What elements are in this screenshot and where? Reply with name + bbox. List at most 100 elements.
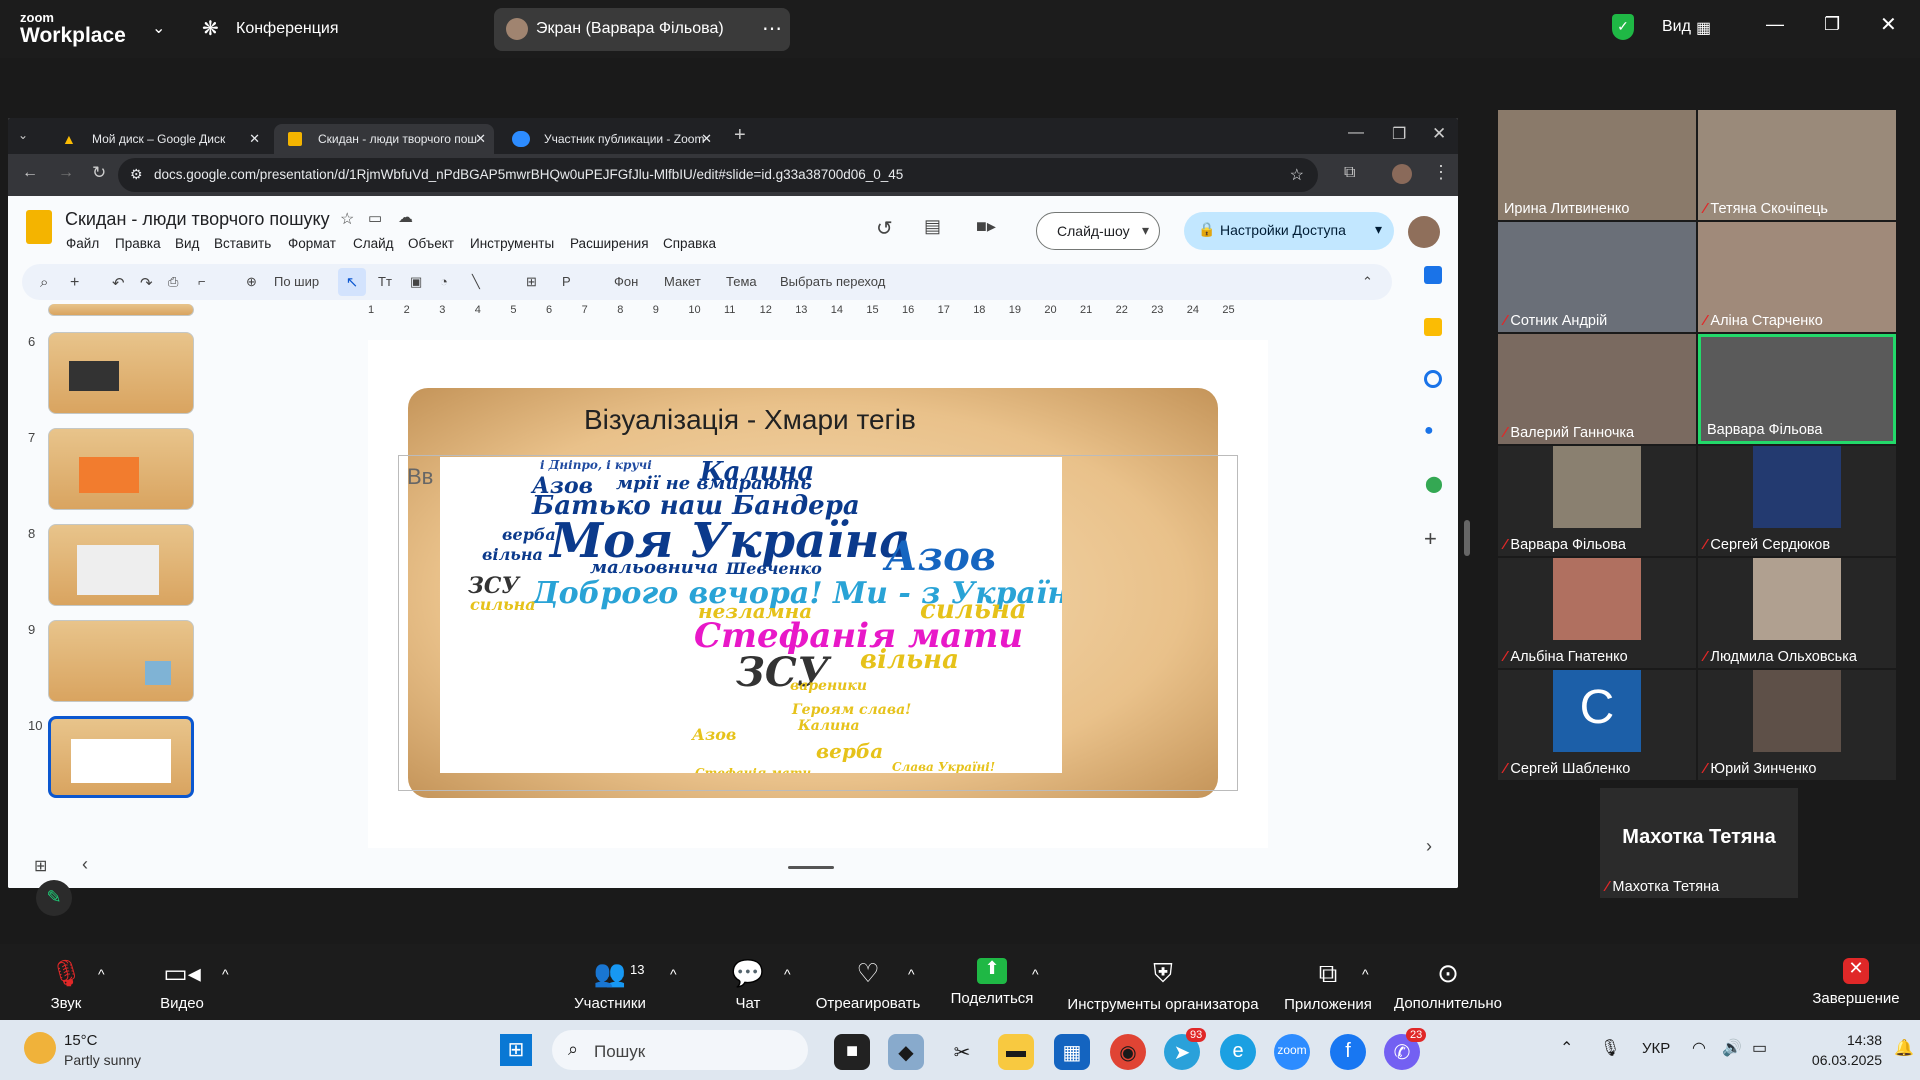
maps-icon[interactable]: ⬤ <box>1425 474 1443 494</box>
tab-slides[interactable]: Скидан - люди творчого пош ✕ <box>274 124 494 154</box>
battery-icon[interactable]: ▭ <box>1752 1038 1767 1058</box>
participant-tile[interactable]: ⁄ Варвара Фільова <box>1498 446 1696 556</box>
facebook-icon[interactable]: f <box>1330 1034 1366 1070</box>
grid-view-icon[interactable]: ⊞ <box>34 856 47 876</box>
explorer-icon[interactable]: ▬ <box>998 1034 1034 1070</box>
menu-object[interactable]: Объект <box>408 236 454 251</box>
chevron-down-icon[interactable]: ▾ <box>1142 222 1149 239</box>
keep-icon[interactable] <box>1424 318 1442 336</box>
weather-desc[interactable]: Partly sunny <box>64 1052 141 1068</box>
url-field[interactable]: ⚙ docs.google.com/presentation/d/1RjmWbf… <box>118 158 1318 192</box>
profile-avatar[interactable] <box>1392 164 1412 184</box>
chevron-up-icon[interactable]: ^ <box>98 966 105 982</box>
notes-handle[interactable] <box>788 866 834 869</box>
copilot-icon[interactable]: ◆ <box>888 1034 924 1070</box>
tab-drive[interactable]: ▲ Мой диск – Google Диск ✕ <box>48 124 268 154</box>
back-icon[interactable]: ← <box>22 164 38 182</box>
chevron-up-icon[interactable]: ^ <box>784 966 791 982</box>
select-icon[interactable]: ↖ <box>338 268 366 296</box>
menu-format[interactable]: Формат <box>288 236 336 251</box>
microphone-icon[interactable]: 🎙 <box>1600 1038 1620 1058</box>
participant-tile[interactable]: ⁄ Аліна Старченко <box>1698 222 1896 332</box>
clock-date[interactable]: 06.03.2025 <box>1792 1052 1882 1068</box>
conference-label[interactable]: Конференция <box>236 20 339 38</box>
chevron-up-icon[interactable]: ^ <box>1032 966 1039 982</box>
folder-icon[interactable]: ▭ <box>368 209 382 227</box>
participant-tile[interactable]: ⁄ Валерий Ганночка <box>1498 334 1696 444</box>
transition-button[interactable]: Выбрать переход <box>780 274 885 289</box>
minimize-icon[interactable]: — <box>1348 124 1364 142</box>
menu-icon[interactable]: ⋮ <box>1432 162 1450 183</box>
snipping-icon[interactable]: ✂ <box>944 1034 980 1070</box>
menu-file[interactable]: Файл <box>66 236 99 251</box>
apps-button[interactable]: ⧉ Приложения <box>1268 958 1388 1013</box>
slide-heading[interactable]: Візуалізація - Хмари тегів <box>584 404 916 436</box>
shield-icon[interactable]: ✓ <box>1612 14 1634 40</box>
menu-view[interactable]: Вид <box>175 236 199 251</box>
weather-icon[interactable] <box>24 1032 56 1064</box>
chrome-icon[interactable]: ◉ <box>1110 1034 1146 1070</box>
view-label[interactable]: Вид <box>1662 18 1691 36</box>
tasks-icon[interactable] <box>1424 370 1442 388</box>
comment-icon[interactable]: ▤ <box>924 216 941 237</box>
site-info-icon[interactable]: ⚙ <box>130 166 143 183</box>
language-indicator[interactable]: УКР <box>1642 1040 1670 1057</box>
participant-tile[interactable]: Ирина Литвиненко <box>1498 110 1696 220</box>
collapse-panel-icon[interactable]: ‹ <box>82 854 88 875</box>
slide-thumb[interactable] <box>48 524 194 606</box>
calendar-icon[interactable] <box>1424 266 1442 284</box>
pen-icon[interactable]: P <box>562 274 571 289</box>
participant-tile[interactable]: C ⁄ Сергей Шабленко <box>1498 670 1696 780</box>
zoom-app-icon[interactable]: zoom <box>1274 1034 1310 1070</box>
close-icon[interactable]: ✕ <box>1432 124 1446 144</box>
close-icon[interactable]: ✕ <box>1880 12 1897 37</box>
menu-insert[interactable]: Вставить <box>214 236 271 251</box>
close-icon[interactable]: ✕ <box>249 131 260 147</box>
slides-logo-icon[interactable] <box>26 210 52 244</box>
participant-tile[interactable]: Махотка Тетяна ⁄ Махотка Тетяна <box>1600 788 1798 898</box>
shape-icon[interactable]: ◔ <box>440 274 448 289</box>
history-icon[interactable]: ↺ <box>876 216 893 241</box>
share-pill[interactable]: Экран (Варвара Фільова) ⋯ <box>494 8 790 51</box>
contacts-icon[interactable]: ● <box>1424 422 1434 440</box>
volume-icon[interactable]: 🔊 <box>1722 1038 1742 1058</box>
audio-button[interactable]: 🎙 Звук <box>6 958 126 1012</box>
chevron-up-icon[interactable]: ^ <box>670 966 677 982</box>
video-call-icon[interactable]: ■▸ <box>976 216 996 237</box>
share-button[interactable]: 🔒 Настройки Доступа ▾ <box>1184 212 1394 250</box>
slide-thumb[interactable] <box>48 304 194 316</box>
participant-tile[interactable]: ⁄ Юрий Зинченко <box>1698 670 1896 780</box>
close-icon[interactable]: ✕ <box>701 131 712 147</box>
slide-thumb[interactable] <box>48 332 194 414</box>
chevron-down-icon[interactable]: ⌄ <box>152 18 165 38</box>
windows-start-icon[interactable]: ⊞ <box>500 1034 532 1066</box>
grid-icon[interactable]: ▦ <box>1696 18 1711 38</box>
participant-tile[interactable]: ⁄ Людмила Ольховська <box>1698 558 1896 668</box>
comment-add-icon[interactable]: ⊞ <box>526 274 537 290</box>
participants-button[interactable]: 👥 Участники <box>550 958 670 1012</box>
splitter-handle[interactable] <box>1464 520 1470 556</box>
restore-icon[interactable]: ❐ <box>1392 124 1406 144</box>
tab-zoom[interactable]: Участник публикации - Zoom ✕ <box>500 124 720 154</box>
reload-icon[interactable]: ↻ <box>92 163 106 183</box>
slide-thumb[interactable] <box>48 620 194 702</box>
menu-extensions[interactable]: Расширения <box>570 236 649 251</box>
restore-icon[interactable]: ❐ <box>1824 14 1840 35</box>
add-icon[interactable]: + <box>1424 526 1437 552</box>
paint-format-icon[interactable]: ⌐ <box>198 274 206 289</box>
background-button[interactable]: Фон <box>614 274 638 289</box>
extensions-icon[interactable]: ⧉ <box>1344 164 1355 182</box>
line-icon[interactable]: ╲ <box>472 274 480 290</box>
zoom-icon[interactable]: ⊕ <box>246 274 257 290</box>
host-tools-button[interactable]: ⛨ Инструменты организатора <box>1064 958 1262 1013</box>
chevron-up-icon[interactable]: ^ <box>1362 966 1369 982</box>
wifi-icon[interactable]: ◠ <box>1692 1038 1706 1058</box>
chevron-up-icon[interactable]: ^ <box>222 966 229 982</box>
taskbar-search[interactable]: ⌕ Пошук <box>552 1030 808 1070</box>
weather-temp[interactable]: 15°C <box>64 1032 98 1049</box>
word-cloud[interactable]: Калина і Дніпро, і кручі Азов мрії не вмира… <box>440 457 1062 773</box>
chevron-up-icon[interactable]: ⌃ <box>1560 1038 1573 1058</box>
slideshow-button[interactable]: Слайд-шоу ▾ <box>1036 212 1160 250</box>
image-icon[interactable]: ▣ <box>410 274 422 290</box>
more-icon[interactable]: ⋯ <box>762 16 782 41</box>
